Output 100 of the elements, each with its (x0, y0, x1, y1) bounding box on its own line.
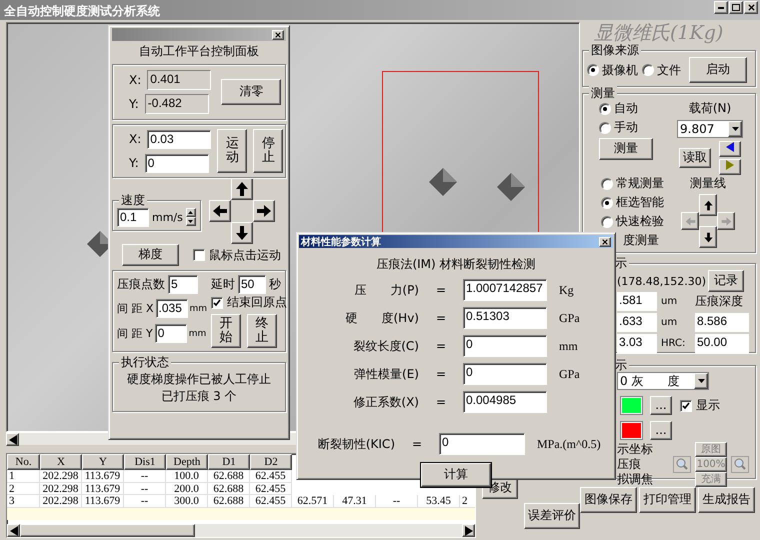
radio-label: 摄像机 (602, 62, 638, 78)
group-title: 执行状态 (119, 355, 171, 369)
points-input[interactable]: 5 (168, 275, 198, 294)
close-icon[interactable] (748, 4, 754, 11)
start-button[interactable]: 开始 (211, 314, 242, 348)
unit-label: GPa (559, 310, 580, 326)
scroll-left-icon[interactable] (6, 433, 19, 446)
arrow-down-icon (234, 225, 250, 241)
right-button[interactable] (252, 200, 275, 222)
group-title: 速度 (119, 192, 147, 206)
dialog-title: 材料性能参数计算 (301, 236, 381, 248)
minimize-icon[interactable] (714, 1, 728, 14)
calculate-button[interactable]: 计算 (421, 463, 491, 487)
field-label: 裂纹长度(C) (352, 338, 419, 354)
arrow-left-icon (212, 203, 228, 219)
checkbox-label: 显示 (696, 397, 720, 414)
color-picker-button[interactable]: ... (650, 421, 672, 440)
unit-label: GPa (559, 366, 580, 382)
option-label: 拟调焦 (617, 472, 654, 487)
speed-input[interactable]: 0.1 (117, 208, 149, 226)
checkbox-label: 结束回原点 (227, 294, 288, 311)
parameter-input[interactable]: 0.004985 (463, 391, 547, 413)
column-header[interactable]: D1 (208, 454, 250, 470)
radio-label: 度测量 (623, 232, 659, 249)
target-input[interactable]: 0.03 (147, 130, 212, 148)
toolbar-button[interactable]: 图像保存 (580, 487, 637, 513)
parameter-input[interactable]: 0 (463, 335, 547, 357)
axis-label: X: (129, 73, 142, 87)
unit-label: HRC: (661, 338, 686, 349)
end-button[interactable]: 终止 (247, 314, 278, 348)
column-header[interactable]: Dis1 (124, 454, 166, 470)
target-input[interactable]: 0 (144, 154, 209, 172)
left-button[interactable] (208, 200, 231, 222)
measure-line-button[interactable] (699, 194, 717, 216)
scroll-left-icon[interactable] (7, 524, 20, 537)
checkbox[interactable] (193, 249, 205, 261)
magnifier-icon[interactable] (673, 456, 691, 473)
mode-select[interactable]: 0 灰 度 (617, 372, 709, 390)
status-text: 已打压痕 3 个 (160, 388, 238, 405)
magnifier-icon[interactable] (731, 456, 749, 473)
spacing-input[interactable]: .035 (156, 299, 188, 318)
radio-label: 手动 (614, 119, 638, 136)
caret-icon (698, 379, 704, 383)
column-header[interactable]: X (40, 454, 82, 470)
toolbar-button[interactable]: 打印管理 (639, 487, 696, 513)
column-header[interactable]: Y (82, 454, 124, 470)
arrow-left-icon (684, 216, 696, 226)
error-evaluation-button[interactable]: 误差评价 (524, 503, 580, 529)
up-button[interactable] (230, 178, 253, 200)
radio-button[interactable] (601, 196, 613, 208)
radio-button[interactable] (601, 216, 613, 228)
read-button[interactable]: 读取 (679, 148, 711, 168)
parameter-input[interactable]: 0.51303 (463, 307, 547, 329)
spin-control[interactable] (186, 208, 196, 226)
checkbox[interactable] (211, 296, 224, 308)
previous-button[interactable] (719, 141, 741, 157)
triangle-left-icon (8, 434, 18, 444)
field-label: 修正系数(X) (352, 394, 419, 410)
triangle-right-icon (725, 160, 735, 170)
column-header[interactable]: No. (7, 454, 40, 470)
load-select[interactable]: 9.807 (677, 120, 743, 138)
scroll-thumb[interactable] (20, 524, 195, 537)
brand-title: 显微维氏(1Kg) (593, 21, 724, 44)
gradient-button[interactable]: 梯度 (122, 244, 179, 266)
zero-button[interactable]: 清零 (221, 79, 282, 105)
parameter-input[interactable]: 1.0007142857 (463, 279, 547, 301)
color-picker-button[interactable]: ... (650, 396, 672, 415)
column-header[interactable]: Depth (166, 454, 208, 470)
measurement-field: .581 (617, 292, 657, 311)
radio-label: 框选智能 (616, 194, 664, 211)
checkbox[interactable] (680, 400, 692, 412)
parameter-input[interactable]: 0 (463, 363, 547, 385)
scroll-right-icon[interactable] (462, 524, 475, 537)
radio-button[interactable] (599, 122, 611, 134)
radio-label: 常规测量 (616, 175, 664, 192)
radio-button[interactable] (599, 102, 611, 114)
measure-button[interactable]: 测量 (599, 138, 653, 160)
column-header[interactable]: D2 (250, 454, 292, 470)
radio-button[interactable] (601, 178, 613, 190)
record-button[interactable]: 记录 (708, 270, 744, 292)
unit-label: um (661, 317, 678, 328)
move-button[interactable]: 运动 (217, 129, 248, 173)
radio-button[interactable] (587, 64, 599, 76)
status-text: 硬度梯度操作已被人工停止 (126, 371, 272, 388)
delay-input[interactable]: 50 (238, 275, 266, 294)
start-button[interactable]: 启动 (689, 57, 747, 83)
stop-button[interactable]: 停止 (253, 129, 284, 173)
axis-label: X: (129, 132, 142, 146)
next-button[interactable] (719, 159, 741, 175)
field-label: 硬 度(Hv) (344, 310, 419, 326)
result-input[interactable]: 0 (439, 433, 525, 455)
toolbar-button[interactable]: 生成报告 (698, 487, 755, 513)
measure-line-button[interactable] (699, 226, 717, 248)
radio-button[interactable] (642, 64, 654, 76)
down-button[interactable] (230, 222, 253, 244)
maximize-icon[interactable] (729, 1, 743, 14)
close-icon[interactable] (602, 238, 608, 244)
spacing-input[interactable]: 0 (154, 324, 187, 343)
unit-label: um (661, 296, 678, 307)
close-icon[interactable] (275, 32, 281, 38)
